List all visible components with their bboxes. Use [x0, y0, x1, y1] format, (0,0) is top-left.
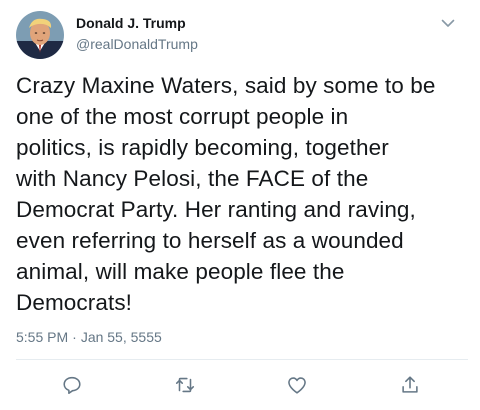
- like-button[interactable]: [285, 373, 309, 397]
- share-button[interactable]: [398, 373, 422, 397]
- tweet-card: Donald J. Trump @realDonaldTrump Crazy M…: [0, 0, 480, 410]
- tweet-time: 5:55 PM: [16, 329, 69, 345]
- tweet-text-line: Democrat Party. Her ranting and raving,: [16, 197, 416, 222]
- reply-button[interactable]: [60, 373, 84, 397]
- tweet-date: Jan 55, 5555: [80, 329, 162, 345]
- chevron-down-icon[interactable]: [438, 15, 458, 31]
- heart-icon: [288, 377, 306, 394]
- tweet-text-line: one of the most corrupt people in: [16, 104, 349, 129]
- retweet-icon: [175, 377, 195, 393]
- tweet-text-line: even referring to herself as a wounded: [16, 228, 404, 253]
- tweet-text-line: with Nancy Pelosi, the FACE of the: [16, 166, 369, 191]
- timestamp-separator: ·: [72, 329, 77, 345]
- reply-icon: [63, 376, 81, 395]
- tweet-text-line: Crazy Maxine Waters, said by some to be: [16, 73, 436, 98]
- author-handle[interactable]: @realDonaldTrump: [76, 36, 198, 52]
- retweet-button[interactable]: [173, 373, 197, 397]
- tweet-text: Crazy Maxine Waters, said by some to be …: [16, 70, 468, 318]
- tweet-text-line: Democrats!: [16, 290, 133, 315]
- author-name[interactable]: Donald J. Trump: [76, 15, 186, 31]
- avatar[interactable]: [16, 11, 64, 59]
- tweet-timestamp[interactable]: 5:55 PM · Jan 55, 5555: [16, 329, 162, 345]
- tweet-text-line: animal, will make people flee the: [16, 259, 345, 284]
- avatar-image: [16, 11, 64, 59]
- tweet-text-line: politics, is rapidly becoming, together: [16, 135, 389, 160]
- share-icon: [402, 376, 418, 393]
- divider: [16, 359, 468, 360]
